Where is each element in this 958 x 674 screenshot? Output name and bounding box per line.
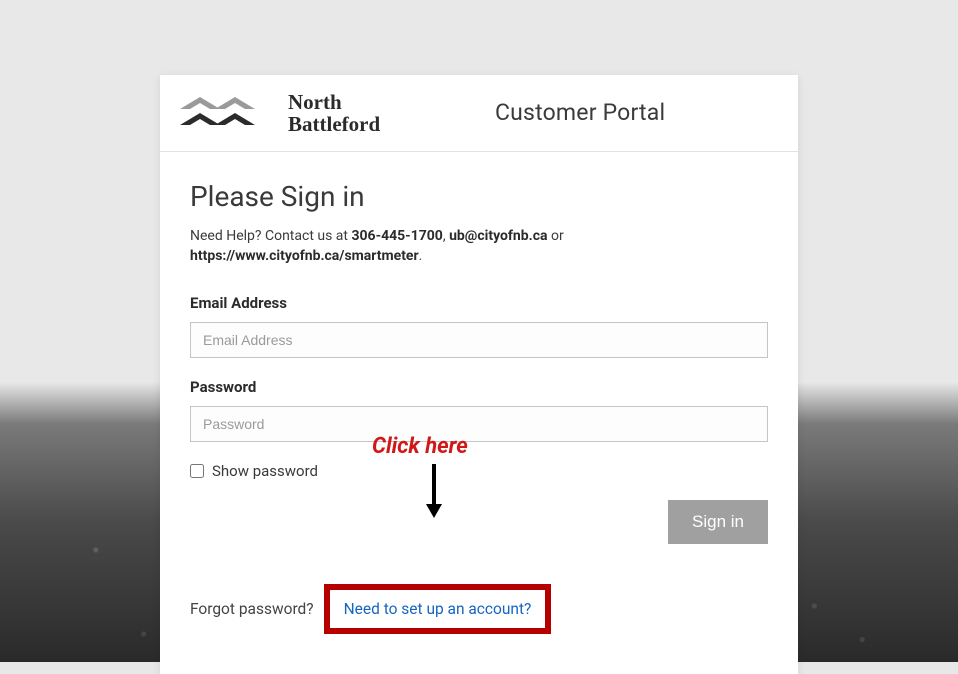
show-password-row: Show password [190,462,768,480]
logo-chevrons-icon [180,97,255,125]
header-bar: North Battleford Customer Portal [160,75,798,152]
links-row: Forgot password? Need to set up an accou… [190,584,768,634]
help-email: ub@cityofnb.ca [449,228,547,244]
signin-content: Please Sign in Need Help? Contact us at … [160,152,798,674]
help-period: . [419,248,423,264]
password-input[interactable] [190,406,768,442]
signin-heading: Please Sign in [190,180,768,213]
password-field-group: Password [190,378,768,442]
signin-button[interactable]: Sign in [668,500,768,544]
signin-button-row: Sign in [190,500,768,544]
help-prefix: Need Help? Contact us at [190,228,351,244]
logo-text-line1: North [288,90,342,114]
show-password-checkbox[interactable] [190,464,204,478]
email-label: Email Address [190,294,768,312]
password-label: Password [190,378,768,396]
help-phone: 306-445-1700 [351,228,442,244]
help-sep2: or [548,228,564,244]
setup-account-link[interactable]: Need to set up an account? [324,584,552,634]
email-field-group: Email Address [190,294,768,358]
logo-text-line2: Battleford [288,112,380,136]
forgot-password-link[interactable]: Forgot password? [190,600,314,618]
email-input[interactable] [190,322,768,358]
help-url: https://www.cityofnb.ca/smartmeter [190,248,419,264]
signin-panel: North Battleford Customer Portal Please … [160,75,798,674]
portal-title: Customer Portal [430,99,788,126]
show-password-label[interactable]: Show password [212,462,318,480]
help-text: Need Help? Contact us at 306-445-1700, u… [190,227,768,266]
brand-logo: North Battleford [170,87,430,137]
